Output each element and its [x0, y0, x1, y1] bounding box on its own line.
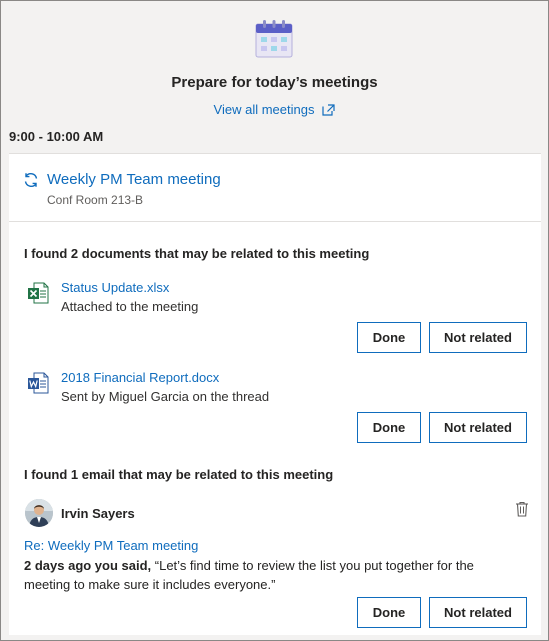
document-subtitle: Attached to the meeting — [61, 299, 199, 314]
email-section-title: I found 1 email that may be related to t… — [24, 467, 334, 482]
email-sender: Irvin Sayers — [61, 506, 135, 521]
meeting-title-link[interactable]: Weekly PM Team meeting — [47, 171, 221, 188]
view-all-meetings-link[interactable]: View all meetings — [1, 102, 548, 117]
done-button[interactable]: Done — [357, 597, 421, 628]
word-file-icon — [28, 372, 49, 394]
meeting-location: Conf Room 213-B — [47, 193, 144, 207]
document-link-financial-report[interactable]: 2018 Financial Report.docx — [61, 370, 219, 385]
email-snippet: 2 days ago you said, “Let’s find time to… — [24, 556, 494, 594]
view-all-meetings-label: View all meetings — [213, 102, 315, 117]
email-date-prefix: 2 days ago you said, — [24, 558, 152, 573]
excel-file-icon — [28, 282, 49, 304]
open-external-icon — [322, 104, 336, 116]
not-related-button[interactable]: Not related — [429, 322, 527, 353]
meeting-header: Weekly PM Team meeting Conf Room 213-B — [9, 154, 541, 222]
email-subject-link[interactable]: Re: Weekly PM Team meeting — [24, 538, 198, 553]
calendar-icon — [255, 20, 293, 58]
avatar — [25, 499, 53, 527]
done-button[interactable]: Done — [357, 322, 421, 353]
header: Prepare for today’s meetings View all me… — [1, 1, 548, 126]
done-button[interactable]: Done — [357, 412, 421, 443]
person-photo-icon — [25, 499, 53, 527]
not-related-button[interactable]: Not related — [429, 597, 527, 628]
documents-section-title: I found 2 documents that may be related … — [24, 246, 370, 261]
meeting-time-slot: 9:00 - 10:00 AM — [9, 129, 104, 144]
not-related-button[interactable]: Not related — [429, 412, 527, 443]
meeting-card: Weekly PM Team meeting Conf Room 213-B I… — [9, 153, 541, 635]
meeting-prep-pane: Prepare for today’s meetings View all me… — [0, 0, 549, 641]
recurring-icon — [24, 172, 38, 188]
document-subtitle: Sent by Miguel Garcia on the thread — [61, 389, 270, 404]
document-link-status-update[interactable]: Status Update.xlsx — [61, 280, 169, 295]
trash-icon[interactable] — [515, 501, 529, 517]
page-title: Prepare for today’s meetings — [171, 74, 378, 91]
